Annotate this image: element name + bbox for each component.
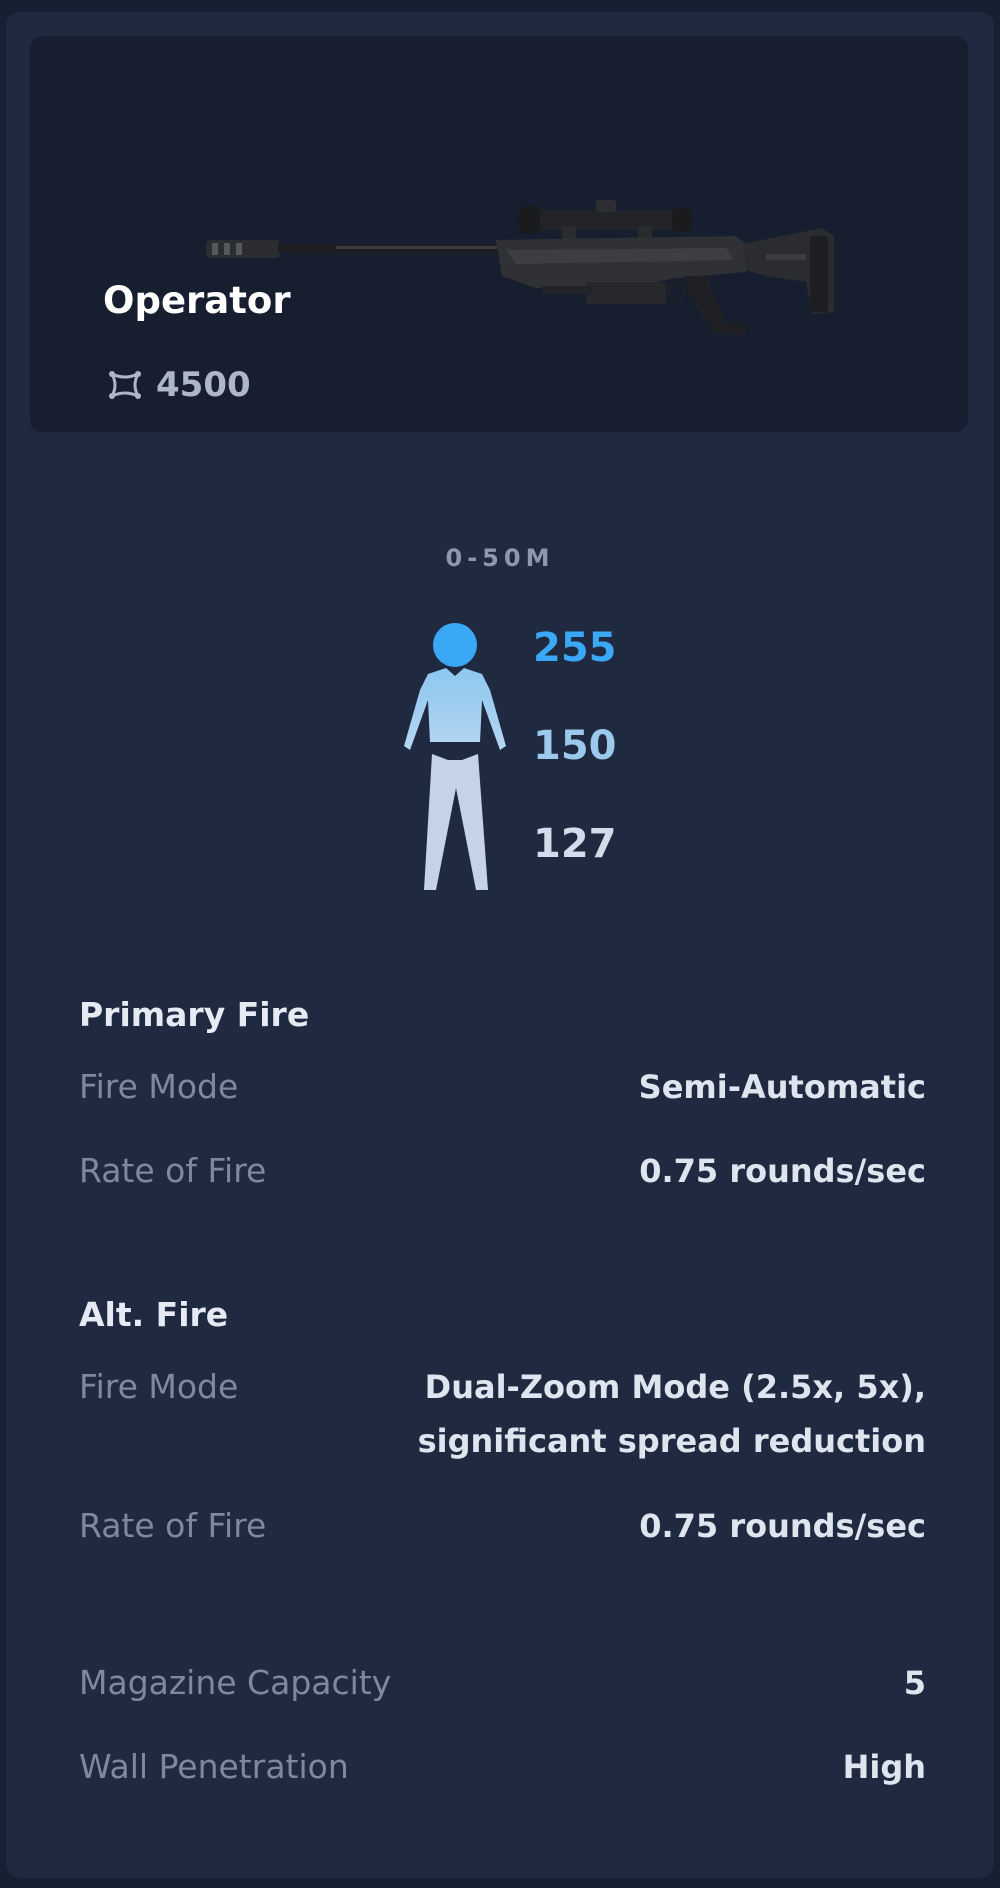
alt-rate-of-fire-value: 0.75 rounds/sec — [639, 1507, 926, 1545]
damage-range-label: 0-50M — [445, 544, 555, 572]
wall-penetration-label: Wall Penetration — [79, 1747, 349, 1786]
magazine-capacity-label: Magazine Capacity — [79, 1663, 392, 1702]
weapon-card: Operator 4500 0-50M 255 150 127 Primary … — [6, 12, 994, 1878]
head-icon — [433, 623, 477, 667]
body-damage-figure-icon — [404, 623, 506, 890]
sniper-rifle-image — [206, 200, 834, 334]
credits-icon — [109, 371, 141, 399]
wall-penetration-value: High — [842, 1748, 926, 1786]
alt-rate-of-fire-label: Rate of Fire — [79, 1506, 267, 1545]
body-damage-value: 150 — [533, 723, 617, 769]
alt-fire-title: Alt. Fire — [79, 1295, 229, 1334]
weapon-hero: Operator 4500 — [30, 36, 968, 432]
primary-fire-mode-label: Fire Mode — [79, 1067, 239, 1106]
legs-icon — [424, 754, 488, 890]
weapon-price: 4500 — [156, 365, 251, 405]
weapon-name: Operator — [103, 279, 291, 322]
alt-fire-mode-value: Dual-Zoom Mode (2.5x, 5x), significant s… — [417, 1368, 926, 1460]
torso-icon — [404, 668, 506, 750]
price-row: 4500 — [108, 368, 251, 402]
primary-fire-title: Primary Fire — [79, 995, 310, 1034]
magazine-capacity-value: 5 — [903, 1664, 926, 1702]
alt-fire-mode-label: Fire Mode — [79, 1367, 239, 1406]
primary-rate-of-fire-value: 0.75 rounds/sec — [639, 1152, 926, 1190]
legs-damage-value: 127 — [533, 821, 617, 867]
head-damage-value: 255 — [533, 625, 617, 671]
primary-fire-mode-value: Semi-Automatic — [638, 1068, 926, 1106]
primary-rate-of-fire-label: Rate of Fire — [79, 1151, 267, 1190]
